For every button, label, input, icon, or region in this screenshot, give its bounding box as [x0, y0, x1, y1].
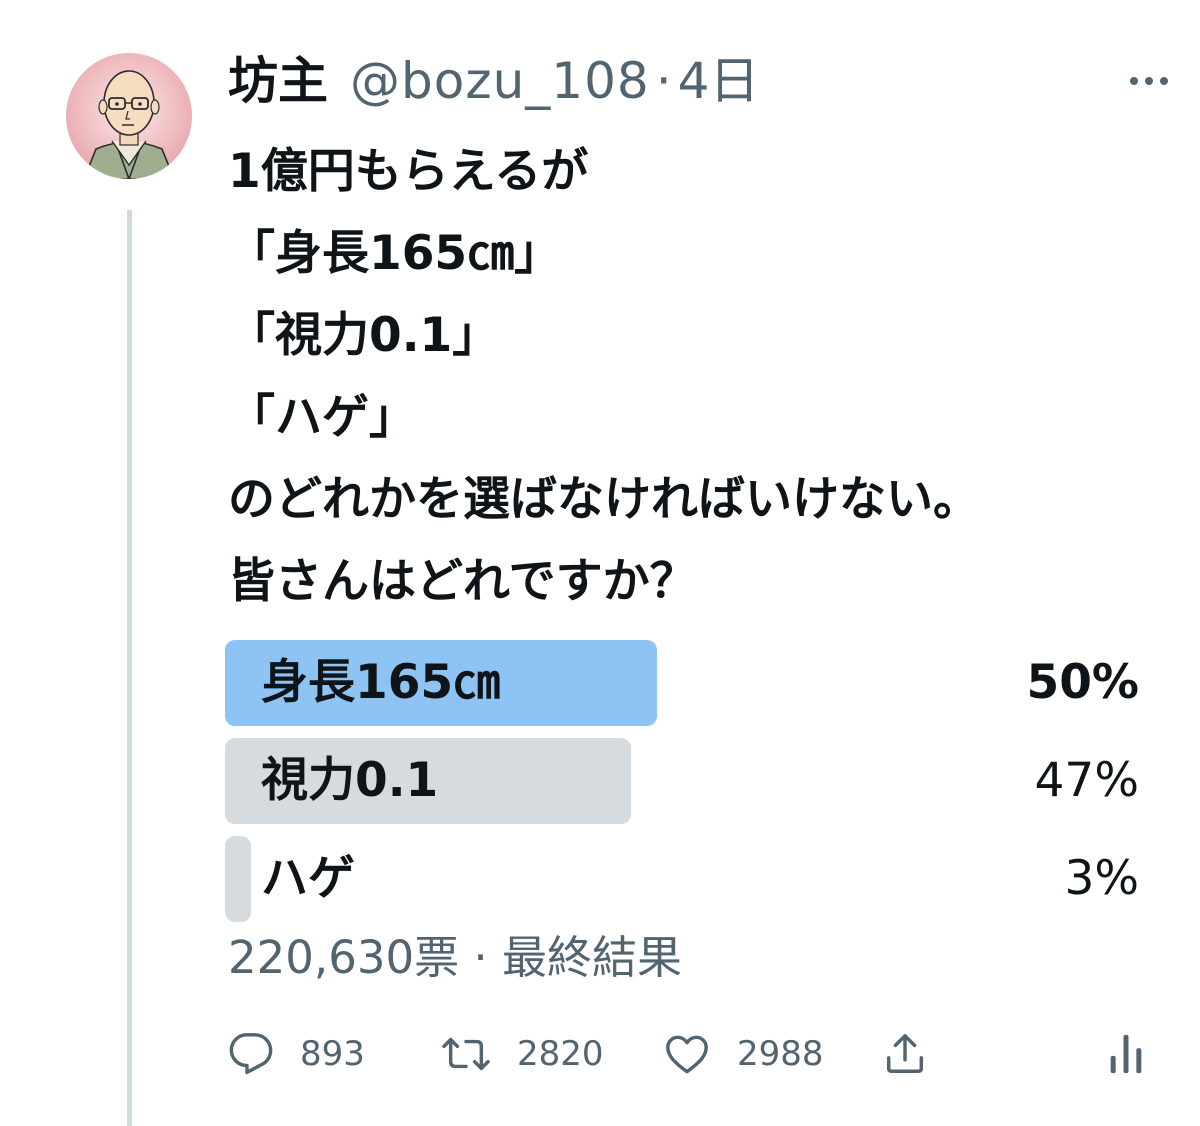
- tweet-text-line: 「ハゲ」: [228, 390, 416, 445]
- poll-option-bald[interactable]: ハゲ 3%: [225, 836, 1139, 924]
- like-count: 2988: [737, 1034, 824, 1074]
- tweet-timestamp[interactable]: 4日: [678, 46, 760, 116]
- reply-button[interactable]: 893: [228, 1024, 365, 1084]
- poll-bar: [225, 836, 251, 922]
- tweet-text-line: 「視力0.1」: [228, 308, 500, 363]
- header-separator: ·: [655, 52, 672, 110]
- tweet-header: 坊主 @bozu_108 · 4日: [228, 46, 759, 116]
- poll-option-eyesight[interactable]: 視力0.1 47%: [225, 738, 1139, 826]
- like-button[interactable]: 2988: [663, 1024, 824, 1084]
- tweet-actions: 893 2820 2988: [228, 1024, 1158, 1084]
- reply-icon: [229, 1033, 273, 1075]
- retweet-icon: [442, 1037, 490, 1071]
- retweet-button[interactable]: 2820: [441, 1024, 604, 1084]
- analytics-icon: [1110, 1034, 1142, 1074]
- poll-option-label: 視力0.1: [261, 753, 439, 808]
- heart-icon: [666, 1035, 708, 1074]
- tweet-text-line: のどれかを選ばなければいけない。: [228, 472, 980, 527]
- author-display-name[interactable]: 坊主: [228, 46, 328, 116]
- tweet-text-line: 皆さんはどれですか？: [228, 554, 697, 609]
- avatar[interactable]: [66, 53, 192, 179]
- poll-option-label: ハゲ: [261, 851, 355, 906]
- poll-summary: 220,630票 · 最終結果: [228, 931, 682, 984]
- poll-option-percent: 50%: [1026, 655, 1140, 710]
- poll-option-height[interactable]: 身長165㎝ 50%: [225, 640, 1139, 728]
- thread-line: [127, 210, 132, 1126]
- retweet-count: 2820: [517, 1034, 604, 1074]
- more-horizontal-icon: [1130, 77, 1168, 85]
- poll-option-percent: 47%: [1034, 753, 1139, 808]
- tweet-text-line: 「身長165㎝」: [228, 226, 562, 281]
- cartoon-monk-avatar-icon: [66, 53, 192, 179]
- share-button[interactable]: [882, 1024, 928, 1084]
- reply-count: 893: [300, 1034, 365, 1074]
- analytics-button[interactable]: [1108, 1024, 1144, 1084]
- poll-option-percent: 3%: [1064, 851, 1139, 906]
- poll-option-label: 身長165㎝: [261, 655, 501, 710]
- tweet-text: 1億円もらえるが 「身長165㎝」 「視力0.1」 「ハゲ」 のどれかを選ばなけ…: [228, 131, 1178, 623]
- more-button[interactable]: [1126, 66, 1172, 96]
- tweet-text-line: 1億円もらえるが: [228, 144, 589, 199]
- author-handle[interactable]: @bozu_108: [350, 46, 650, 116]
- share-icon: [886, 1034, 924, 1073]
